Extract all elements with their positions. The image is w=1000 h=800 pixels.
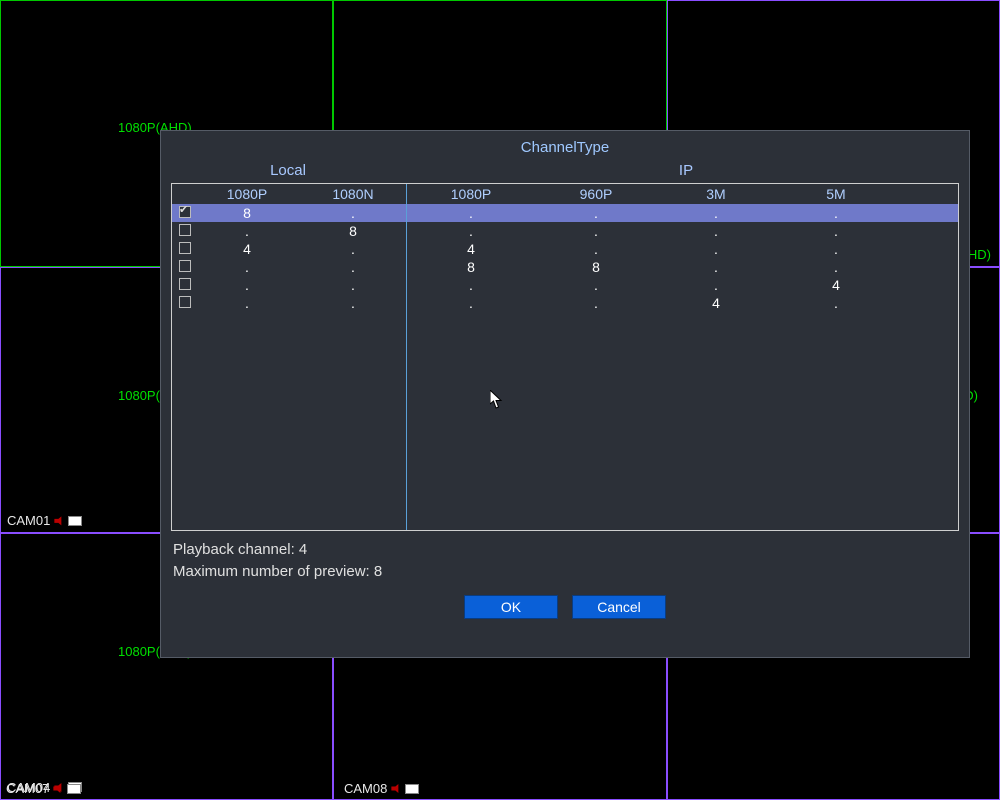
row-checkbox[interactable] [179, 224, 191, 236]
table-cell: 8 [406, 259, 536, 275]
table-cell: . [300, 205, 406, 221]
table-cell: . [536, 223, 656, 239]
resolution-label: 1080P(AHD) [118, 644, 992, 796]
table-cell: . [536, 241, 656, 257]
table-cell: . [194, 277, 300, 293]
table-cell: . [406, 277, 536, 293]
table-cell: 4 [776, 277, 896, 293]
playback-channel-label: Playback channel: 4 [173, 539, 957, 561]
row-checkbox[interactable] [179, 296, 191, 308]
section-divider [406, 184, 407, 530]
section-local-label: Local [173, 162, 403, 179]
ok-button[interactable]: OK [464, 595, 558, 619]
mute-icon [53, 784, 63, 794]
table-cell: . [776, 223, 896, 239]
col-header: 1080P [406, 186, 536, 202]
table-cell: . [406, 295, 536, 311]
table-cell: . [656, 223, 776, 239]
camera-label: CAM07 [6, 781, 81, 796]
table-cell: 4 [656, 295, 776, 311]
channel-type-dialog: ChannelType Local IP 1080P 1080N 1080P 9… [160, 130, 970, 658]
table-cell: . [776, 241, 896, 257]
table-cell: . [406, 205, 536, 221]
col-header: 5M [776, 186, 896, 202]
table-cell: . [656, 205, 776, 221]
column-headers: 1080P 1080N 1080P 960P 3M 5M [172, 184, 958, 204]
table-cell: . [536, 205, 656, 221]
table-row[interactable]: ..88.. [172, 258, 958, 276]
cancel-button[interactable]: Cancel [572, 595, 666, 619]
mute-icon [391, 784, 401, 794]
row-checkbox[interactable] [179, 278, 191, 290]
table-cell: . [300, 295, 406, 311]
table-cell: . [300, 241, 406, 257]
camera-label: CAM01 [7, 513, 82, 528]
table-cell: . [656, 277, 776, 293]
table-row[interactable]: .....4 [172, 276, 958, 294]
table-row[interactable]: 4.4... [172, 240, 958, 258]
col-header: 1080P [194, 186, 300, 202]
mute-icon [54, 516, 64, 526]
col-header: 960P [536, 186, 656, 202]
table-cell: . [300, 259, 406, 275]
table-cell: 8 [536, 259, 656, 275]
table-cell: 8 [300, 223, 406, 239]
section-headers: Local IP [161, 162, 969, 183]
col-header: 1080N [300, 186, 406, 202]
table-row[interactable]: .8.... [172, 222, 958, 240]
table-cell: . [776, 295, 896, 311]
table-cell: . [656, 259, 776, 275]
table-cell: 8 [194, 205, 300, 221]
dialog-title: ChannelType [161, 131, 969, 162]
table-row[interactable]: 8..... [172, 204, 958, 222]
table-cell: . [536, 295, 656, 311]
section-ip-label: IP [403, 162, 969, 179]
record-icon [405, 784, 419, 794]
col-header: 3M [656, 186, 776, 202]
table-cell: . [536, 277, 656, 293]
camera-label: CAM08 [344, 781, 419, 796]
row-checkbox[interactable] [179, 260, 191, 272]
table-cell: . [194, 295, 300, 311]
row-checkbox[interactable] [179, 242, 191, 254]
channel-type-table: 1080P 1080N 1080P 960P 3M 5M 8......8...… [171, 183, 959, 531]
info-lines: Playback channel: 4 Maximum number of pr… [161, 531, 969, 583]
max-preview-label: Maximum number of preview: 8 [173, 561, 957, 583]
record-icon [67, 784, 81, 794]
table-cell: 4 [194, 241, 300, 257]
table-row[interactable]: ....4. [172, 294, 958, 312]
dialog-buttons: OK Cancel [161, 583, 969, 629]
table-cell: 4 [406, 241, 536, 257]
table-cell: . [776, 205, 896, 221]
row-checkbox[interactable] [179, 206, 191, 218]
table-cell: . [656, 241, 776, 257]
table-cell: . [194, 259, 300, 275]
table-cell: . [300, 277, 406, 293]
table-cell: . [194, 223, 300, 239]
table-cell: . [776, 259, 896, 275]
table-cell: . [406, 223, 536, 239]
record-icon [68, 516, 82, 526]
